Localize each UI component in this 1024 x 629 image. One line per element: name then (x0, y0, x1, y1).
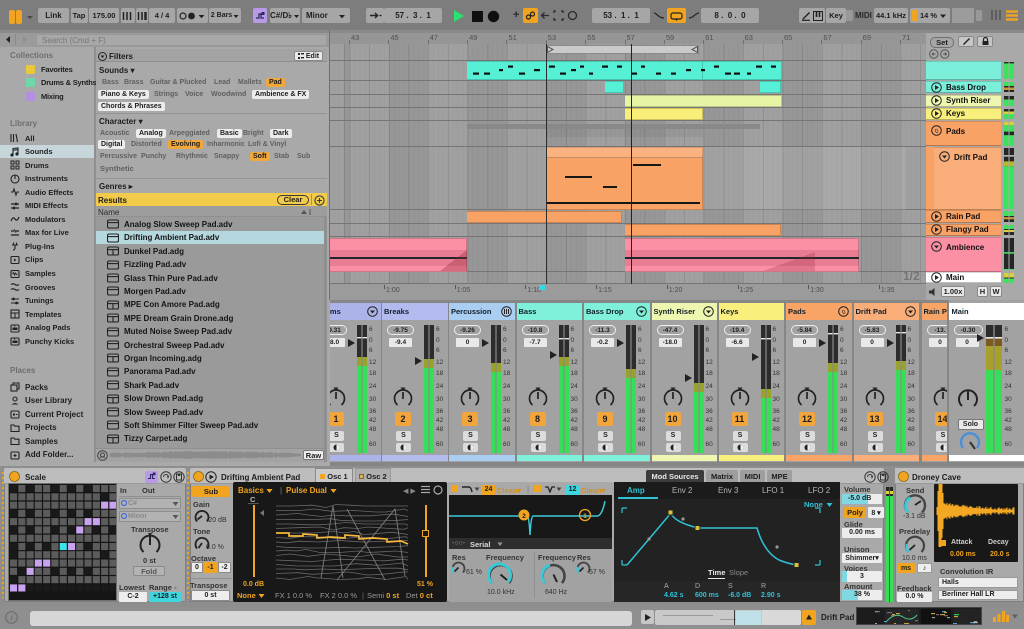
svg-text:i: i (10, 614, 13, 623)
svg-text:1: 1 (583, 513, 587, 520)
svg-text:2: 2 (522, 513, 526, 520)
